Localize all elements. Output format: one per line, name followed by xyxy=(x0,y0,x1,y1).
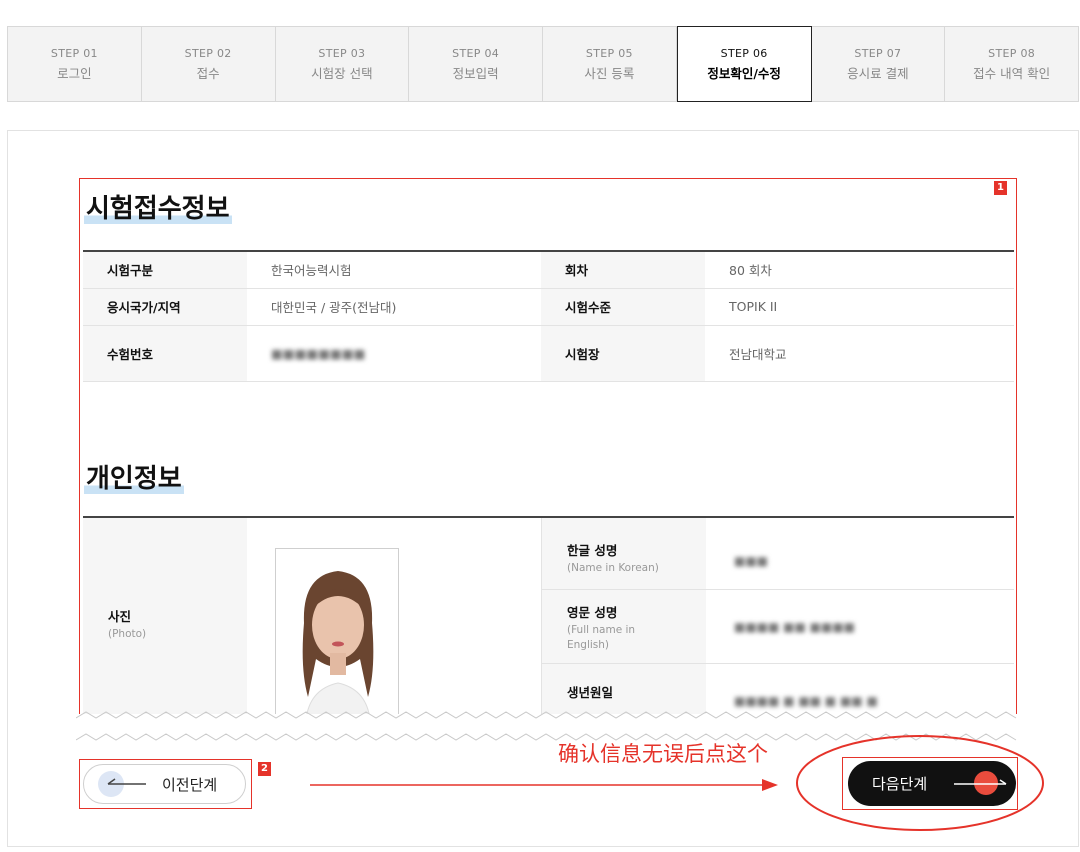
step-label: 정보확인/수정 xyxy=(707,65,781,81)
table-row: 수험번호 ■■■■■■■■ 시험장 전남대학교 xyxy=(83,325,1014,382)
step-01[interactable]: STEP 01 로그인 xyxy=(8,27,142,101)
exam-info-title-text: 시험접수정보 xyxy=(84,194,232,224)
step-label: 시험장 선택 xyxy=(311,65,373,81)
english-name-label-cell: 영문 성명 (Full name in English) xyxy=(542,590,706,664)
step-number: STEP 05 xyxy=(585,46,633,60)
step-label: 접수 내역 확인 xyxy=(973,65,1051,81)
step-number: STEP 02 xyxy=(184,46,232,60)
label-exam-type: 시험구분 xyxy=(83,250,247,289)
step-number: STEP 07 xyxy=(854,46,902,60)
step-05[interactable]: STEP 05 사진 등록 xyxy=(543,27,677,101)
label-exam-venue: 시험장 xyxy=(541,325,705,382)
applicant-photo-image xyxy=(276,549,398,716)
label-exam-number: 수험번호 xyxy=(83,325,247,382)
table-row: 응시국가/지역 대한민국 / 광주(전남대) 시험수준 TOPIK II xyxy=(83,288,1014,326)
korean-name-value-cell: ■■■ xyxy=(706,518,1014,590)
step-02[interactable]: STEP 02 접수 xyxy=(142,27,276,101)
value-exam-level: TOPIK II xyxy=(705,288,1014,326)
annotation-ellipse xyxy=(796,735,1044,831)
exam-info-table: 시험구분 한국어능력시험 회차 80 회차 응시국가/지역 대한민국 / 광주(… xyxy=(83,250,1014,382)
step-04[interactable]: STEP 04 정보입력 xyxy=(409,27,543,101)
photo-sub-label: (Photo) xyxy=(108,628,147,640)
exam-info-title: 시험접수정보 xyxy=(84,188,232,225)
step-08[interactable]: STEP 08 접수 내역 확인 xyxy=(945,27,1078,101)
label-country-region: 응시국가/지역 xyxy=(83,288,247,326)
value-exam-type: 한국어능력시험 xyxy=(247,250,541,289)
birth-date-label: 생년원일 xyxy=(567,685,614,700)
korean-name-label-cell: 한글 성명 (Name in Korean) xyxy=(542,518,706,590)
step-number: STEP 03 xyxy=(318,46,366,60)
annotation-arrow xyxy=(310,779,778,791)
table-row: 시험구분 한국어능력시험 회차 80 회차 xyxy=(83,250,1014,289)
step-progress-bar: STEP 01 로그인 STEP 02 접수 STEP 03 시험장 선택 STEP … xyxy=(7,26,1079,102)
english-name-sub-label: (Full name in English) xyxy=(567,624,636,651)
personal-info-title-text: 개인정보 xyxy=(84,464,184,494)
step-number: STEP 01 xyxy=(50,46,98,60)
annotation-note: 确认信息无误后点这个 xyxy=(558,742,768,766)
step-03[interactable]: STEP 03 시험장 선택 xyxy=(276,27,410,101)
step-number: STEP 06 xyxy=(720,46,768,60)
value-exam-venue: 전남대학교 xyxy=(705,325,1014,382)
value-exam-number: ■■■■■■■■ xyxy=(247,325,541,382)
step-label: 로그인 xyxy=(57,65,92,81)
step-label: 정보입력 xyxy=(452,65,499,81)
step-07[interactable]: STEP 07 응시료 결제 xyxy=(812,27,946,101)
english-name-label: 영문 성명 xyxy=(567,605,618,620)
annotation-box-2 xyxy=(79,759,252,809)
english-name-value-cell: ■■■■ ■■ ■■■■ xyxy=(706,590,1014,664)
korean-name-label: 한글 성명 xyxy=(567,543,618,558)
value-round: 80 회차 xyxy=(705,250,1014,289)
step-number: STEP 08 xyxy=(988,46,1036,60)
annotation-badge-1: 1 xyxy=(994,181,1007,195)
photo-label-cell: 사진 (Photo) xyxy=(83,518,247,716)
step-label: 접수 xyxy=(196,65,220,81)
step-06-active[interactable]: STEP 06 정보확인/수정 xyxy=(676,26,812,102)
applicant-photo xyxy=(275,548,399,716)
step-label: 응시료 결제 xyxy=(847,65,909,81)
personal-info-title: 개인정보 xyxy=(84,458,184,495)
personal-info-table: 사진 (Photo) 한글 성명 (Name in Korean) ■■■ 영문… xyxy=(83,516,1014,716)
exam-number-blurred: ■■■■■■■■ xyxy=(271,345,366,361)
annotation-badge-2: 2 xyxy=(258,762,271,776)
photo-label: 사진 xyxy=(108,609,132,624)
english-name-value: ■■■■ ■■ ■■■■ xyxy=(734,620,856,634)
value-country-region: 대한민국 / 광주(전남대) xyxy=(247,288,541,326)
label-exam-level: 시험수준 xyxy=(541,288,705,326)
korean-name-value: ■■■ xyxy=(734,554,769,568)
step-label: 사진 등록 xyxy=(584,65,635,81)
korean-name-sub-label: (Name in Korean) xyxy=(567,562,659,574)
label-round: 회차 xyxy=(541,250,705,289)
step-number: STEP 04 xyxy=(452,46,500,60)
